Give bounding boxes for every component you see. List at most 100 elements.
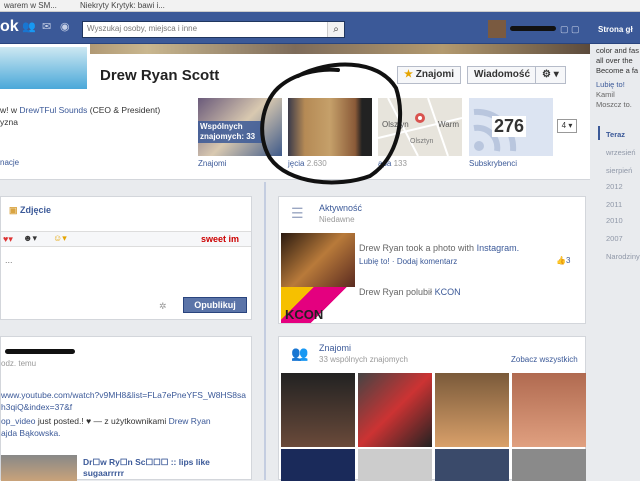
sweetim-logo[interactable]: sweet im — [201, 234, 239, 244]
timeline-year[interactable]: 2012 — [606, 182, 623, 191]
avatar[interactable] — [488, 20, 506, 38]
like-link[interactable]: Lubię to! — [359, 257, 390, 266]
current-marker — [598, 126, 600, 140]
browser-tab-1[interactable]: warem w SM... — [4, 1, 57, 10]
timeline-year[interactable]: 2011 — [606, 200, 622, 209]
friends-title[interactable]: Znajomi — [319, 343, 351, 353]
activity-icon: ☰ — [291, 205, 304, 221]
timeline-year[interactable]: 2010 — [606, 216, 623, 225]
notifications-icon[interactable]: ◉ — [60, 20, 74, 34]
browser-tab-2[interactable]: Niekryty Krytyk: bawi i... — [80, 1, 165, 10]
friend-photo[interactable] — [435, 449, 509, 481]
activity-item-1-text: Drew Ryan took a photo with — [359, 243, 475, 253]
activity-item-1: Drew Ryan took a photo with Instagram. — [359, 243, 519, 253]
timeline-year[interactable]: 2007 — [606, 234, 623, 243]
friend-photo[interactable] — [435, 373, 509, 447]
emoticon-toolbar: ♥▾ ☻▾ ☺▾ sweet im — [1, 231, 251, 247]
like-count-value: 3 — [565, 256, 571, 265]
more-tiles-button[interactable]: 4 ▾ — [557, 119, 577, 133]
friends-subtitle: 33 wspólnych znajomych — [319, 355, 408, 364]
friend-photo[interactable] — [281, 449, 355, 481]
ad-text[interactable]: color and fas all over the Become a fa — [596, 46, 640, 76]
face-emoticon-icon[interactable]: ☻▾ — [23, 233, 37, 244]
facebook-logo[interactable]: ok — [0, 18, 19, 36]
timeline-spine — [264, 182, 266, 480]
post-body-text: just posted.! ♥ — z użytkownikami — [37, 416, 167, 426]
message-button[interactable]: Wiadomość — [467, 66, 538, 84]
activity-subtitle: Niedawne — [319, 215, 355, 224]
photo-icon: ▣ — [9, 205, 21, 215]
friend-photo[interactable] — [512, 449, 586, 481]
post-body: op_video just posted.! ♥ — z użytkownika… — [1, 415, 249, 439]
search-icon[interactable]: ⌕ — [327, 22, 344, 37]
profile-menu-icon[interactable]: ▢ ▢ — [560, 24, 580, 35]
publish-button[interactable]: Opublikuj — [183, 297, 247, 313]
status-input[interactable]: ... — [5, 255, 13, 265]
friends-box: 👥 Znajomi 33 wspólnych znajomych Zobacz … — [278, 336, 586, 481]
post-time[interactable]: odz. temu — [1, 359, 36, 368]
instagram-photo[interactable] — [281, 233, 355, 287]
kcon-logo-text: KCON — [285, 307, 324, 322]
post-url[interactable]: www.youtube.com/watch?v9MH8&list=FLa7ePn… — [1, 389, 249, 413]
profile-picture[interactable] — [0, 44, 90, 92]
ad-like-link[interactable]: Lubię to! — [596, 80, 625, 89]
thumbs-up-icon: 👍 — [556, 256, 566, 265]
search-input[interactable]: Wyszukaj osoby, miejsca i inne — [82, 21, 345, 38]
kcon-logo[interactable]: KCON — [281, 287, 355, 323]
video-thumbnail[interactable] — [1, 455, 77, 481]
activity-box: ☰ Aktywność Niedawne Drew Ryan took a ph… — [278, 196, 586, 324]
video-title[interactable]: Dr☐w Ry☐n Sc☐☐☐ :: lips like sugaarrrrr — [83, 457, 233, 479]
see-all-friends-link[interactable]: Zobacz wszystkich — [511, 355, 578, 364]
activity-title[interactable]: Aktywność — [319, 203, 362, 213]
ad-friend-text: Kamil Moszcz to. — [596, 90, 632, 109]
post-body-link[interactable]: op_video — [1, 416, 36, 426]
more-count: 4 — [561, 121, 567, 130]
work-link[interactable]: DrewTFul Sounds — [19, 105, 87, 115]
map-city-right: Warm — [438, 120, 460, 129]
kcon-link[interactable]: KCON — [435, 287, 461, 297]
like-count[interactable]: 👍3 — [556, 256, 570, 265]
timeline-now[interactable]: Teraz — [606, 130, 625, 139]
friends-tile-label[interactable]: Znajomi — [198, 159, 226, 168]
comment-link[interactable]: Dodaj komentarz — [397, 257, 457, 266]
friend-photo[interactable] — [512, 373, 586, 447]
friends-button[interactable]: ★ Znajomi — [397, 66, 462, 84]
friend-photo[interactable] — [358, 373, 432, 447]
profile-info: w! w DrewTFul Sounds (CEO & President) y… — [0, 104, 160, 128]
timeline-month[interactable]: wrzesień — [606, 148, 636, 157]
timeline-post: odz. temu www.youtube.com/watch?v9MH8&li… — [0, 336, 252, 481]
composer: ▣ Zdjęcie ♥▾ ☻▾ ☺▾ sweet im ... ✲ Opubli… — [0, 196, 252, 320]
subscribers-count: 276 — [492, 116, 527, 137]
timeline-month[interactable]: sierpień — [606, 166, 632, 175]
friends-button-label: Znajomi — [415, 69, 455, 80]
friend-requests-icon[interactable]: 👥 — [22, 20, 36, 34]
photo-tab-label: Zdjęcie — [20, 205, 52, 215]
page-title[interactable]: Drew Ryan Scott — [100, 67, 219, 84]
redacted-author — [5, 349, 75, 354]
smile-emoticon-icon[interactable]: ☺▾ — [53, 233, 67, 244]
post-tag-2[interactable]: ajda Bąkowska. — [1, 428, 61, 438]
instagram-link[interactable]: Instagram. — [477, 243, 520, 253]
info-link[interactable]: nacje — [0, 158, 19, 167]
heart-emoticon-icon[interactable]: ♥▾ — [3, 234, 13, 245]
activity-item-2-text: Drew Ryan polubił — [359, 287, 433, 297]
post-tag-1[interactable]: Drew Ryan — [169, 416, 211, 426]
gear-icon[interactable]: ✲ — [159, 301, 167, 312]
friend-photo[interactable] — [281, 373, 355, 447]
hand-drawn-circle — [260, 62, 403, 185]
friend-photo[interactable] — [358, 449, 432, 481]
home-link[interactable]: Strona gł — [598, 25, 633, 34]
timeline-born[interactable]: Narodziny — [606, 252, 640, 261]
messages-icon[interactable]: ✉ — [42, 20, 56, 34]
settings-button[interactable]: ⚙ ▾ — [535, 66, 566, 84]
activity-actions: Lubię to! · Dodaj komentarz — [359, 257, 458, 266]
subscribers-label[interactable]: Subskrybenci — [469, 159, 517, 168]
common-friends-badge: Wspólnych znajomych: 33 — [198, 121, 264, 143]
redacted-username — [510, 26, 556, 31]
info-text-2: yzna — [0, 117, 18, 127]
info-text: w! w — [0, 105, 17, 115]
info-role: (CEO & President) — [89, 105, 161, 115]
right-sidebar: color and fas all over the Become a fa L… — [590, 44, 640, 480]
photo-tab[interactable]: ▣ Zdjęcie — [9, 205, 51, 216]
map-city-bottom: Olsztyn — [410, 138, 434, 145]
